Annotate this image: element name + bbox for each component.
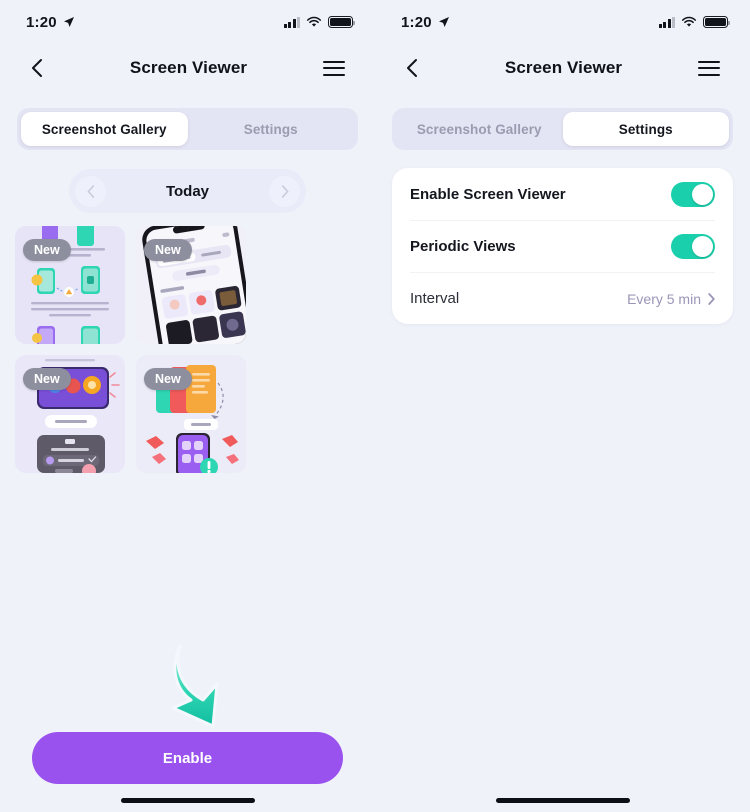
nav-bar: Screen Viewer <box>0 44 375 92</box>
screenshot-thumbnail-3[interactable]: New <box>15 355 125 473</box>
location-arrow-icon <box>438 17 449 27</box>
status-bar-left: 1:20 <box>401 14 450 31</box>
location-arrow-icon <box>63 17 74 27</box>
interval-value-group: Every 5 min <box>627 291 715 307</box>
status-bar-left: 1:20 <box>26 14 75 31</box>
home-indicator <box>495 798 630 803</box>
status-bar-right <box>658 16 731 28</box>
screenshot-thumbnail-1[interactable]: New <box>15 226 125 344</box>
previous-day-button[interactable] <box>75 175 106 207</box>
new-badge: New <box>23 368 71 390</box>
chevron-left-icon <box>87 184 94 198</box>
setting-row-periodic-views[interactable]: Periodic Views <box>410 220 715 272</box>
setting-label: Interval <box>410 290 460 307</box>
chevron-right-icon <box>281 184 288 198</box>
cta-container: Enable <box>0 732 375 784</box>
setting-label: Enable Screen Viewer <box>410 185 566 203</box>
setting-row-enable-screen-viewer[interactable]: Enable Screen Viewer <box>410 168 715 220</box>
enable-screen-viewer-toggle[interactable] <box>671 181 715 207</box>
status-bar-right <box>283 16 356 28</box>
new-badge: New <box>144 368 192 390</box>
segmented-tabs: Screenshot Gallery Settings <box>17 108 358 150</box>
cellular-signal-icon <box>283 16 300 28</box>
wifi-icon <box>306 16 322 27</box>
page-title: Screen Viewer <box>504 58 623 77</box>
battery-full-icon <box>328 16 356 28</box>
hamburger-menu-icon[interactable] <box>323 53 353 83</box>
phone-screen-settings: 1:20 Screen Viewer Screenshot Gallery Se… <box>375 0 750 812</box>
back-button[interactable] <box>395 51 429 85</box>
hamburger-menu-icon[interactable] <box>698 53 728 83</box>
screenshot-thumbnail-4[interactable]: New <box>136 355 246 473</box>
setting-label: Periodic Views <box>410 238 516 255</box>
chevron-left-icon <box>407 59 417 77</box>
curved-down-arrow-icon <box>171 644 218 728</box>
back-button[interactable] <box>20 51 54 85</box>
tab-settings[interactable]: Settings <box>562 112 729 146</box>
dual-phone-screenshot: 1:20 Screen Viewer Screenshot Gallery Se… <box>0 0 750 812</box>
next-day-button[interactable] <box>269 175 300 207</box>
nav-bar: Screen Viewer <box>375 44 750 92</box>
tab-screenshot-gallery[interactable]: Screenshot Gallery <box>396 112 563 146</box>
status-bar: 1:20 <box>0 0 375 44</box>
periodic-views-toggle[interactable] <box>671 234 715 259</box>
screenshot-gallery-grid: New New New New <box>0 213 375 473</box>
date-label: Today <box>165 182 210 200</box>
new-badge: New <box>23 239 71 261</box>
screenshot-thumbnail-2[interactable]: New <box>136 226 246 344</box>
home-indicator <box>120 798 255 803</box>
settings-card: Enable Screen Viewer Periodic Views Inte… <box>392 168 733 324</box>
tab-settings[interactable]: Settings <box>188 112 355 146</box>
new-badge: New <box>144 239 192 261</box>
phone-screen-gallery: 1:20 Screen Viewer Screenshot Gallery Se… <box>0 0 375 812</box>
status-time: 1:20 <box>26 13 57 31</box>
status-bar: 1:20 <box>375 0 750 44</box>
segmented-tabs: Screenshot Gallery Settings <box>392 108 733 150</box>
interval-value: Every 5 min <box>627 290 701 307</box>
status-time: 1:20 <box>401 13 432 31</box>
date-navigator: Today <box>69 169 306 213</box>
battery-full-icon <box>703 16 731 28</box>
chevron-left-icon <box>32 59 42 77</box>
enable-hint-arrow <box>0 642 375 734</box>
tab-screenshot-gallery[interactable]: Screenshot Gallery <box>21 112 188 146</box>
chevron-right-icon <box>708 292 715 305</box>
wifi-icon <box>681 16 697 27</box>
page-title: Screen Viewer <box>129 58 248 77</box>
enable-button[interactable]: Enable <box>32 732 343 784</box>
setting-row-interval[interactable]: Interval Every 5 min <box>410 272 715 324</box>
cellular-signal-icon <box>658 16 675 28</box>
